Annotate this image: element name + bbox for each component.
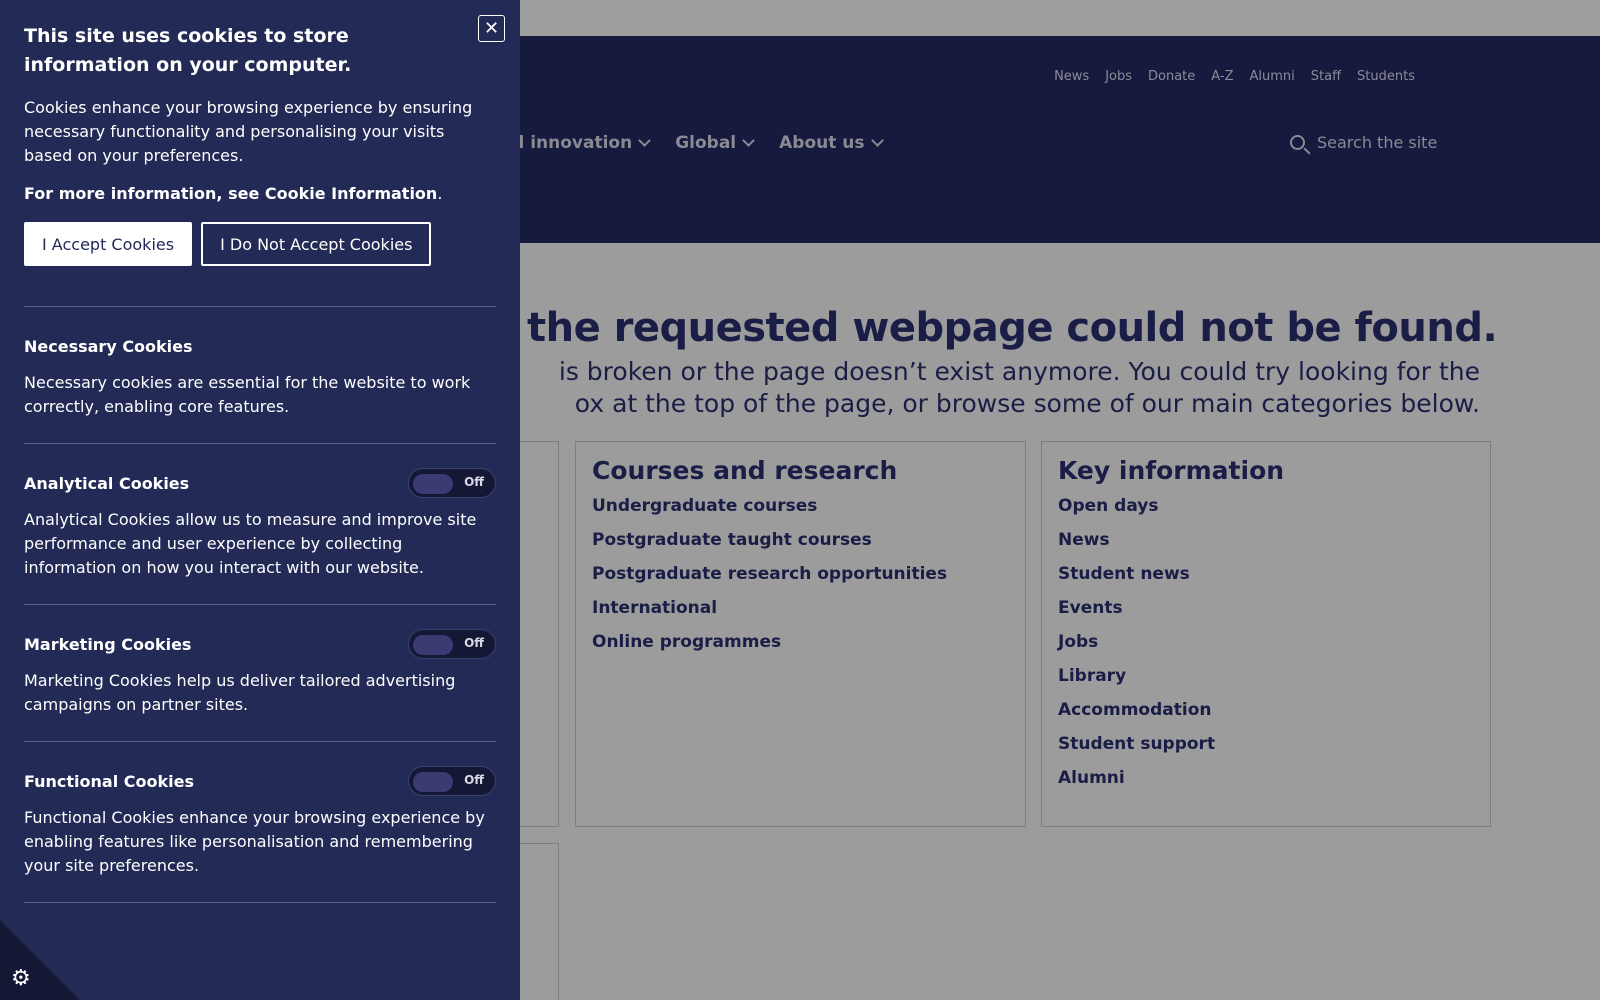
gear-icon: ⚙ (11, 966, 31, 991)
key-info-link[interactable]: Student news (1058, 559, 1474, 593)
courses-link[interactable]: International (592, 593, 1009, 627)
chevron-down-icon (870, 134, 884, 147)
courses-link[interactable]: Undergraduate courses (592, 491, 1009, 525)
necessary-cookies-section: Necessary Cookies Necessary cookies are … (24, 307, 496, 443)
toggle-state: Off (464, 636, 484, 650)
key-info-link[interactable]: News (1058, 525, 1474, 559)
toggle-knob (413, 635, 453, 655)
section-header: Functional Cookies Off (24, 766, 496, 796)
cookie-intro: Cookies enhance your browsing experience… (24, 98, 473, 165)
nav-item-innovation[interactable]: nd innovation (500, 133, 652, 153)
nav-item-global[interactable]: Global (675, 133, 756, 153)
key-info-card: Key information Open days News Student n… (1041, 441, 1491, 827)
section-title: Functional Cookies (24, 771, 194, 791)
toggle-state: Off (464, 475, 484, 489)
section-description: Necessary cookies are essential for the … (24, 373, 471, 416)
accept-cookies-button[interactable]: I Accept Cookies (24, 222, 193, 266)
more-info-prefix: For more information, see (24, 184, 265, 203)
key-info-link[interactable]: Student support (1058, 729, 1474, 763)
more-info-suffix: . (437, 184, 443, 203)
key-info-link[interactable]: Accommodation (1058, 695, 1474, 729)
utility-link-students[interactable]: Students (1357, 69, 1415, 84)
courses-card: Courses and research Undergraduate cours… (575, 441, 1026, 827)
section-description: Marketing Cookies help us deliver tailor… (24, 671, 456, 714)
cookie-buttons: I Accept Cookies I Do Not Accept Cookies (24, 222, 496, 266)
card-title: Courses and research (592, 456, 898, 485)
toggle-state: Off (464, 773, 484, 787)
key-info-links: Open days News Student news Events Jobs … (1058, 491, 1474, 797)
toggle-knob (413, 772, 453, 792)
key-info-link[interactable]: Open days (1058, 491, 1474, 525)
toggle-knob (413, 474, 453, 494)
utility-nav: News Jobs Donate A-Z Alumni Staff Studen… (1054, 69, 1415, 84)
error-description: is broken or the page doesn’t exist anym… (380, 356, 1480, 420)
analytical-cookies-section: Analytical Cookies Off Analytical Cookie… (24, 444, 496, 604)
nav-item-about-us[interactable]: About us (779, 133, 884, 153)
chevron-down-icon (638, 134, 652, 147)
section-title: Analytical Cookies (24, 473, 190, 493)
key-info-link[interactable]: Jobs (1058, 627, 1474, 661)
error-description-line: is broken or the page doesn’t exist anym… (558, 357, 1480, 386)
key-info-link[interactable]: Library (1058, 661, 1474, 695)
courses-links: Undergraduate courses Postgraduate taugh… (592, 491, 1009, 661)
key-info-link[interactable]: Alumni (1058, 763, 1474, 797)
chevron-down-icon (742, 134, 756, 147)
close-button[interactable]: ✕ (478, 15, 505, 42)
marketing-cookies-toggle[interactable]: Off (408, 629, 496, 659)
courses-link[interactable]: Online programmes (592, 627, 1009, 661)
close-icon: ✕ (483, 17, 500, 39)
search-input[interactable] (1317, 133, 1457, 152)
cookie-title: This site uses cookies to store informat… (24, 25, 352, 76)
section-description: Functional Cookies enhance your browsing… (24, 808, 485, 875)
site-search (1290, 133, 1457, 152)
section-description: Analytical Cookies allow us to measure a… (24, 510, 477, 577)
divider (24, 902, 496, 903)
functional-cookies-section: Functional Cookies Off Functional Cookie… (24, 742, 496, 902)
utility-link-donate[interactable]: Donate (1148, 69, 1195, 84)
search-icon[interactable] (1290, 135, 1305, 150)
error-description-line: ox at the top of the page, or browse som… (574, 389, 1480, 418)
decline-cookies-button[interactable]: I Do Not Accept Cookies (201, 222, 432, 266)
courses-link[interactable]: Postgraduate taught courses (592, 525, 1009, 559)
cookie-consent-panel: This site uses cookies to store informat… (0, 0, 520, 1000)
section-header: Marketing Cookies Off (24, 629, 496, 659)
nav-item-label: Global (675, 133, 737, 153)
analytical-cookies-toggle[interactable]: Off (408, 468, 496, 498)
section-title: Marketing Cookies (24, 634, 192, 654)
section-header: Analytical Cookies Off (24, 468, 496, 498)
utility-link-jobs[interactable]: Jobs (1105, 69, 1132, 84)
utility-link-news[interactable]: News (1054, 69, 1089, 84)
utility-link-a-z[interactable]: A-Z (1211, 69, 1233, 84)
courses-link[interactable]: Postgraduate research opportunities (592, 559, 1009, 593)
cookie-information-link[interactable]: Cookie Information (265, 184, 437, 203)
marketing-cookies-section: Marketing Cookies Off Marketing Cookies … (24, 605, 496, 741)
nav-item-label: About us (779, 133, 865, 153)
section-title: Necessary Cookies (24, 336, 193, 356)
card-title: Key information (1058, 456, 1285, 485)
utility-link-alumni[interactable]: Alumni (1250, 69, 1295, 84)
key-info-link[interactable]: Events (1058, 593, 1474, 627)
cookie-more-info: For more information, see Cookie Informa… (24, 184, 496, 203)
functional-cookies-toggle[interactable]: Off (408, 766, 496, 796)
main-nav: nd innovation Global About us (500, 133, 884, 153)
section-header: Necessary Cookies (24, 331, 496, 361)
page-title: the requested webpage could not be found… (527, 305, 1498, 351)
utility-link-staff[interactable]: Staff (1311, 69, 1341, 84)
